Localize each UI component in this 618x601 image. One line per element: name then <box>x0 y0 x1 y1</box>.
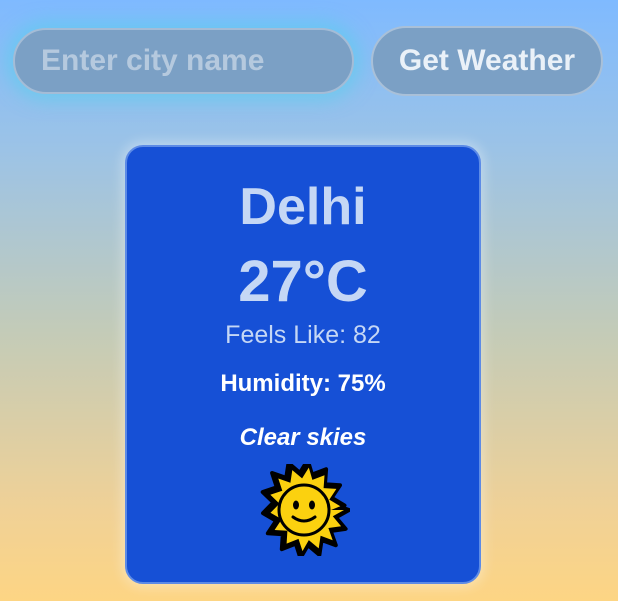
temperature: 27°C <box>238 249 368 314</box>
sun-with-face-icon <box>258 458 351 560</box>
weather-card: Delhi 27°C Feels Like: 82 Humidity: 75% … <box>125 145 481 584</box>
humidity: Humidity: 75% <box>220 370 386 397</box>
weather-description: Clear skies <box>239 424 367 451</box>
search-bar: Get Weather <box>0 0 618 120</box>
feels-like: Feels Like: 82 <box>225 321 381 349</box>
city-name: Delhi <box>239 178 367 236</box>
city-search-input[interactable] <box>13 28 354 94</box>
get-weather-button[interactable]: Get Weather <box>371 26 603 96</box>
